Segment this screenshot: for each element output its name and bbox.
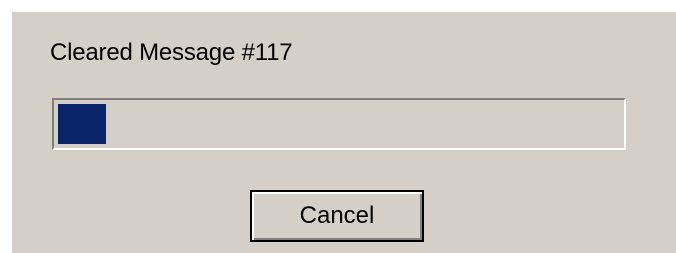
- progress-dialog: Cleared Message #117 Cancel: [10, 10, 676, 253]
- progress-bar-fill: [58, 104, 106, 144]
- progress-bar: [52, 98, 626, 150]
- cancel-button[interactable]: Cancel: [250, 190, 424, 242]
- status-message: Cleared Message #117: [50, 39, 293, 66]
